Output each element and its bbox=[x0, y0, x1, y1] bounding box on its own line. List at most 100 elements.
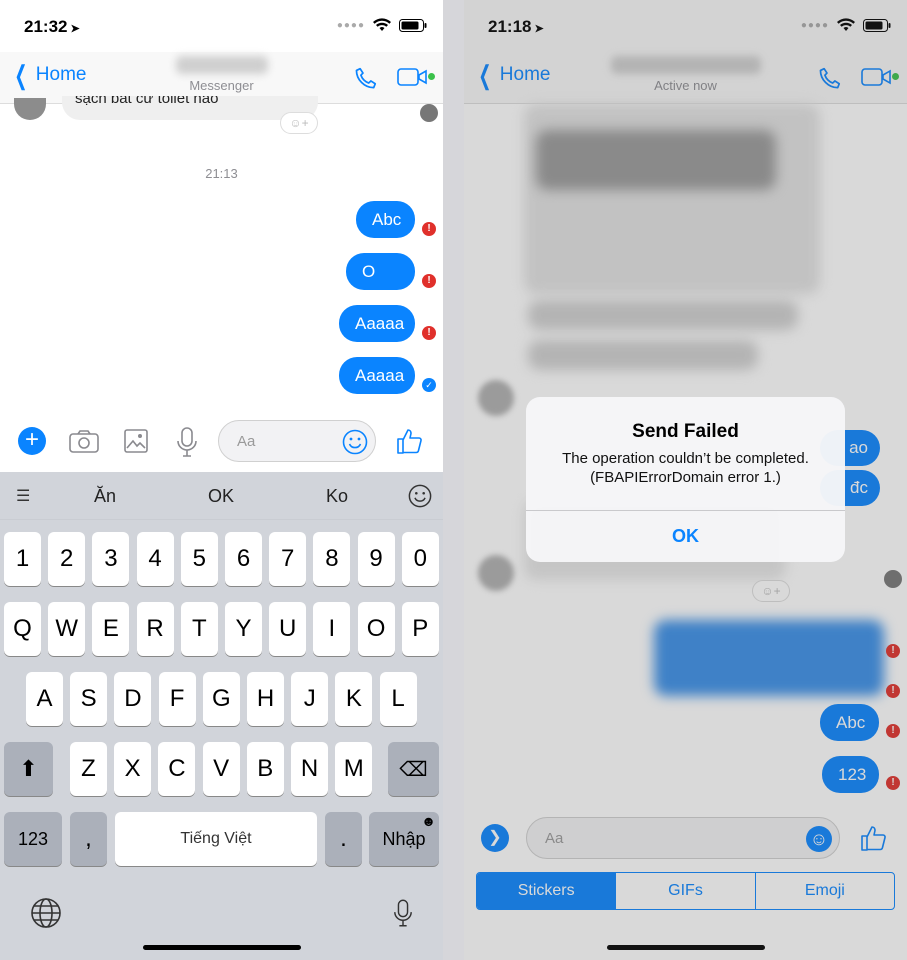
online-dot bbox=[428, 72, 435, 80]
key[interactable]: U bbox=[269, 602, 307, 656]
suggestion-bar: ☰ Ăn OK Ko bbox=[0, 472, 443, 520]
error-icon[interactable]: ! bbox=[422, 326, 436, 340]
key[interactable]: M bbox=[335, 742, 373, 796]
timestamp: 21:13 bbox=[205, 166, 238, 181]
wifi-icon bbox=[373, 18, 391, 31]
key[interactable]: 5 bbox=[180, 532, 218, 586]
home-indicator bbox=[142, 945, 301, 950]
key[interactable]: 6 bbox=[225, 532, 262, 586]
key[interactable]: I bbox=[313, 602, 351, 656]
status-time: 21:32 ➤ bbox=[24, 17, 80, 36]
message-input-placeholder: Aa bbox=[237, 433, 256, 450]
key[interactable]: B bbox=[246, 742, 284, 796]
backspace-icon: ⌫ bbox=[399, 759, 428, 781]
key[interactable]: L bbox=[379, 672, 417, 726]
key[interactable]: 9 bbox=[357, 532, 395, 586]
key[interactable]: 0 bbox=[401, 532, 439, 586]
send-failed-alert: Send Failed The operation couldn’t be co… bbox=[526, 397, 845, 562]
key[interactable]: Z bbox=[70, 742, 107, 796]
key[interactable]: H bbox=[247, 672, 284, 726]
alert-message: The operation couldn’t be completed. (FB… bbox=[526, 449, 845, 487]
contact-name-blurred bbox=[175, 56, 268, 74]
key[interactable]: T bbox=[180, 602, 218, 656]
left-screenshot: 21:32 ➤ ●●●● ❮ Home Messenger sạch bất cứ … bbox=[0, 0, 443, 960]
emoji-icon: ☺+ bbox=[289, 116, 309, 130]
key[interactable]: J bbox=[291, 672, 329, 726]
key[interactable]: 7 bbox=[269, 532, 307, 586]
key[interactable]: K bbox=[335, 672, 373, 726]
shift-icon: ⬆ bbox=[19, 756, 38, 781]
key[interactable]: 2 bbox=[48, 532, 86, 586]
suggestion-item[interactable]: Ko bbox=[326, 486, 348, 507]
key[interactable]: W bbox=[48, 602, 86, 656]
received-bubble-text: sạch bất cứ toilet nào bbox=[75, 96, 219, 107]
battery-icon bbox=[399, 18, 427, 32]
key[interactable]: O bbox=[357, 602, 395, 656]
return-key[interactable]: Nhập ☻ bbox=[369, 812, 439, 866]
sent-message[interactable]: Aaaaa bbox=[339, 305, 415, 342]
signal-icon: ●●●● bbox=[336, 19, 365, 31]
key[interactable]: G bbox=[202, 672, 240, 726]
key[interactable]: 8 bbox=[313, 532, 351, 586]
key[interactable]: V bbox=[202, 742, 240, 796]
key[interactable]: D bbox=[114, 672, 152, 726]
key[interactable]: S bbox=[70, 672, 108, 726]
phone-icon[interactable] bbox=[353, 66, 379, 92]
video-call-button[interactable] bbox=[397, 67, 435, 92]
period-key[interactable]: . bbox=[325, 812, 362, 866]
shift-key[interactable]: ⬆ bbox=[4, 742, 53, 796]
key[interactable]: R bbox=[136, 602, 174, 656]
sent-message[interactable]: Aaaaa bbox=[339, 357, 415, 394]
right-screenshot: 21:18 ➤ ●●●● ❮ Home Active now ao đc ☺+ ! … bbox=[464, 0, 907, 960]
expand-icon[interactable]: ☰ bbox=[16, 486, 30, 506]
divider bbox=[443, 0, 464, 960]
key[interactable]: 3 bbox=[92, 532, 130, 586]
read-avatar bbox=[420, 104, 438, 122]
suggestion-item[interactable]: OK bbox=[208, 486, 234, 507]
image-icon[interactable] bbox=[124, 429, 148, 453]
keyboard: ☰ Ăn OK Ko 1234567890 QWERTYUIOP ASDFGHJ… bbox=[0, 472, 443, 960]
return-key-label: Nhập bbox=[382, 829, 426, 849]
mic-icon[interactable] bbox=[176, 427, 198, 457]
message-input[interactable]: Aa bbox=[218, 420, 376, 462]
alert-ok-button[interactable]: OK bbox=[526, 511, 845, 562]
key[interactable]: Q bbox=[4, 602, 41, 656]
plus-button[interactable]: + bbox=[18, 427, 46, 455]
alert-message-line: (FBAPIErrorDomain error 1.) bbox=[590, 469, 781, 486]
space-key-label: Tiếng Việt bbox=[180, 830, 252, 847]
key[interactable]: 4 bbox=[136, 532, 174, 586]
emoji-icon[interactable] bbox=[342, 429, 368, 455]
mic-icon[interactable] bbox=[393, 898, 413, 928]
received-bubble: sạch bất cứ toilet nào bbox=[62, 96, 318, 120]
alert-title: Send Failed bbox=[632, 421, 739, 442]
key[interactable]: Y bbox=[225, 602, 262, 656]
emoji-icon[interactable] bbox=[408, 484, 432, 508]
alert-message-line: The operation couldn’t be completed. bbox=[562, 450, 809, 467]
space-key[interactable]: Tiếng Việt bbox=[115, 812, 317, 866]
key[interactable]: A bbox=[26, 672, 63, 726]
avatar bbox=[14, 98, 46, 120]
camera-icon[interactable] bbox=[69, 429, 99, 453]
location-arrow-icon: ➤ bbox=[70, 23, 80, 35]
globe-icon[interactable] bbox=[30, 897, 62, 929]
plus-icon: + bbox=[24, 426, 39, 453]
key[interactable]: P bbox=[401, 602, 439, 656]
emoji-icon: ☻ bbox=[421, 813, 436, 829]
error-icon[interactable]: ! bbox=[422, 274, 436, 288]
thumbs-up-icon[interactable] bbox=[396, 427, 424, 455]
comma-key[interactable]: , bbox=[70, 812, 107, 866]
status-bar: 21:32 ➤ ●●●● bbox=[0, 0, 443, 52]
key[interactable]: F bbox=[158, 672, 196, 726]
key[interactable]: 1 bbox=[4, 532, 41, 586]
error-icon[interactable]: ! bbox=[422, 222, 436, 236]
key[interactable]: N bbox=[291, 742, 328, 796]
sent-message[interactable]: O alo bbox=[346, 253, 415, 318]
sent-message[interactable]: Abc bbox=[356, 201, 415, 238]
key[interactable]: E bbox=[92, 602, 130, 656]
add-reaction-button[interactable]: ☺+ bbox=[280, 112, 318, 134]
key[interactable]: C bbox=[158, 742, 196, 796]
key[interactable]: X bbox=[114, 742, 152, 796]
suggestion-item[interactable]: Ăn bbox=[94, 486, 116, 507]
backspace-key[interactable]: ⌫ bbox=[388, 742, 439, 796]
numbers-key[interactable]: 123 bbox=[4, 812, 62, 866]
